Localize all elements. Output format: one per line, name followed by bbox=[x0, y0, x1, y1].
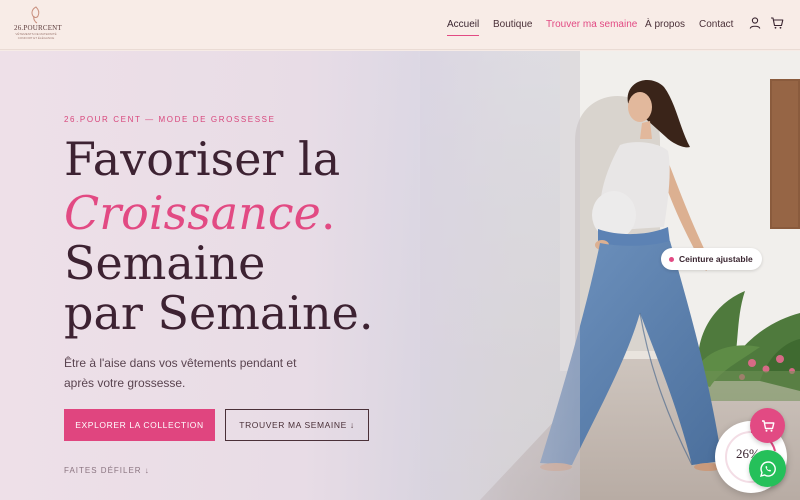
hero-title-accent-word: Croissance bbox=[64, 186, 321, 240]
cart-icon[interactable] bbox=[770, 16, 784, 30]
hero-eyebrow: 26.POUR CENT — MODE DE GROSSESSE bbox=[64, 115, 276, 124]
adjustable-belt-hotspot[interactable]: Ceinture ajustable bbox=[661, 248, 762, 270]
explore-collection-button[interactable]: EXPLORER LA COLLECTION bbox=[64, 409, 215, 441]
user-icon[interactable] bbox=[748, 16, 762, 30]
hero-section: 26.POUR CENT — MODE DE GROSSESSE Favoris… bbox=[0, 51, 800, 500]
nav-home[interactable]: Accueil bbox=[447, 19, 480, 36]
hero-title-accent-punct: . bbox=[320, 186, 336, 240]
brand-monogram-icon bbox=[31, 6, 40, 24]
hero-title-line-4: par Semaine. bbox=[64, 286, 374, 340]
brand-name: 26.POURCENT bbox=[14, 24, 62, 32]
nav-about[interactable]: À propos bbox=[645, 19, 685, 30]
site-header: 26.POURCENT VÊTEMENTS DE MATERNITÉ CONFO… bbox=[0, 0, 800, 50]
hero-title-accent: Croissance. bbox=[64, 187, 335, 239]
nav-shop[interactable]: Boutique bbox=[493, 19, 532, 30]
find-my-week-button[interactable]: TROUVER MA SEMAINE ↓ bbox=[225, 409, 369, 441]
brand-logo[interactable]: 26.POURCENT VÊTEMENTS DE MATERNITÉ CONFO… bbox=[14, 6, 62, 46]
hero-subtitle: Être à l'aise dans vos vêtements pendant… bbox=[64, 356, 297, 390]
nav-find-my-week[interactable]: Trouver ma semaine bbox=[546, 19, 637, 30]
scroll-hint[interactable]: FAITES DÉFILER ↓ bbox=[64, 466, 150, 475]
floating-cart-button[interactable] bbox=[750, 408, 785, 443]
nav-contact[interactable]: Contact bbox=[699, 19, 733, 30]
brand-tagline-2: CONFORT ET ÉLÉGANCE bbox=[17, 36, 55, 40]
whatsapp-button[interactable] bbox=[749, 450, 786, 487]
whatsapp-icon bbox=[759, 460, 776, 477]
hero-title-line-3: Semaine bbox=[64, 236, 266, 290]
hero-title-line-1: Favoriser la bbox=[64, 132, 341, 186]
shopping-cart-icon bbox=[761, 419, 774, 432]
